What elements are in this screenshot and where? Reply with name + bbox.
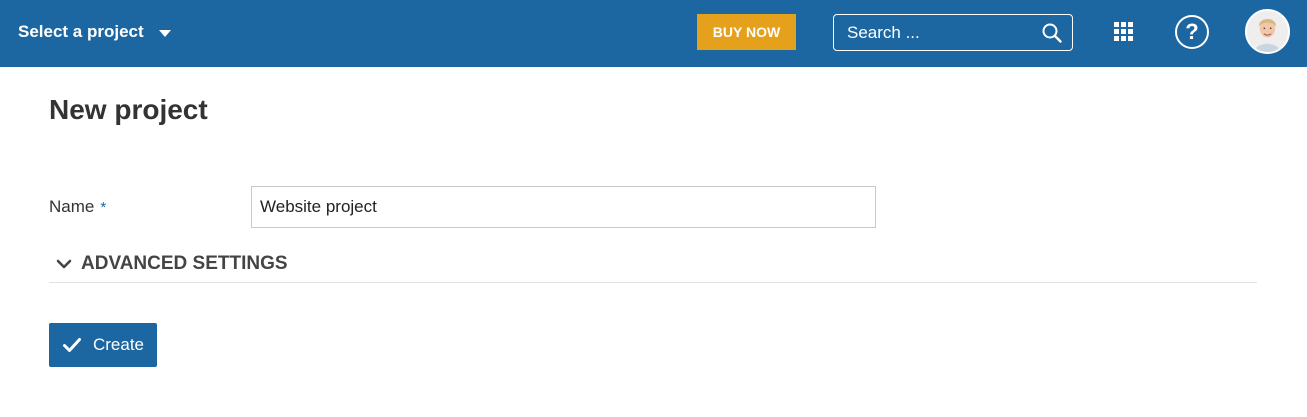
caret-down-icon [158, 29, 171, 37]
page-title: New project [49, 94, 208, 125]
project-selector-label: Select a project [18, 22, 144, 41]
avatar[interactable] [1245, 9, 1290, 54]
advanced-settings-toggle[interactable]: ADVANCED SETTINGS [55, 252, 288, 276]
name-label-text: Name [49, 197, 95, 216]
search-box [833, 14, 1073, 51]
top-navigation-bar: Select a project BUY NOW ? [0, 0, 1307, 67]
create-button-label: Create [92, 335, 145, 354]
search-icon[interactable] [1041, 22, 1063, 44]
check-icon [62, 338, 81, 352]
project-selector[interactable]: Select a project [18, 20, 171, 44]
help-icon-glyph: ? [1185, 19, 1199, 44]
required-marker: * [100, 199, 107, 216]
project-name-input[interactable] [251, 186, 876, 228]
name-label: Name * [49, 197, 106, 217]
help-icon[interactable]: ? [1175, 15, 1209, 49]
section-divider [49, 282, 1257, 283]
chevron-down-icon [56, 259, 72, 269]
create-button[interactable]: Create [49, 323, 157, 367]
buy-now-button[interactable]: BUY NOW [697, 14, 796, 50]
advanced-settings-label: ADVANCED SETTINGS [81, 253, 288, 274]
apps-grid-icon[interactable] [1114, 22, 1134, 42]
avatar-image [1247, 11, 1288, 52]
search-input[interactable] [834, 15, 1034, 50]
